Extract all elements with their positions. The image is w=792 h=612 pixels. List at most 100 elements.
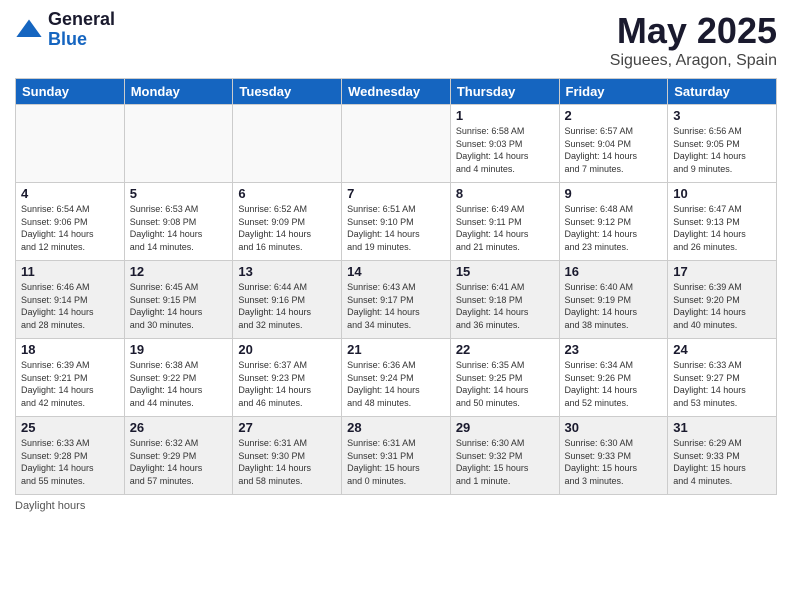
day-info: Sunrise: 6:31 AM Sunset: 9:30 PM Dayligh…: [238, 437, 336, 487]
table-row: 14 Sunrise: 6:43 AM Sunset: 9:17 PM Dayli…: [342, 261, 451, 339]
table-row: 9 Sunrise: 6:48 AM Sunset: 9:12 PM Daylig…: [559, 183, 668, 261]
table-row: 26 Sunrise: 6:32 AM Sunset: 9:29 PM Dayli…: [124, 417, 233, 495]
day-number: 14: [347, 264, 445, 279]
col-saturday: Saturday: [668, 79, 777, 105]
table-row: 13Sunrise: 6:44 AM Sunset: 9:16 PM Dayli…: [233, 261, 342, 339]
day-number: 1: [456, 108, 554, 123]
table-row: 25 Sunrise: 6:33 AM Sunset: 9:28 PM Dayli…: [16, 417, 125, 495]
table-row: 4Sunrise: 6:54 AM Sunset: 9:06 PM Daylig…: [16, 183, 125, 261]
day-number: 22: [456, 342, 554, 357]
day-info: Sunrise: 6:41 AM Sunset: 9:18 PM Dayligh…: [456, 281, 554, 331]
day-info: Sunrise: 6:43 AM Sunset: 9:17 PM Dayligh…: [347, 281, 445, 331]
calendar-table: Sunday Monday Tuesday Wednesday Thursday…: [15, 78, 777, 495]
table-row: 16Sunrise: 6:40 AM Sunset: 9:19 PM Dayli…: [559, 261, 668, 339]
day-number: 19: [130, 342, 228, 357]
table-row: 29Sunrise: 6:30 AM Sunset: 9:32 PM Dayli…: [450, 417, 559, 495]
col-thursday: Thursday: [450, 79, 559, 105]
day-info: Sunrise: 6:47 AM Sunset: 9:13 PM Dayligh…: [673, 203, 771, 253]
table-row: 19 Sunrise: 6:38 AM Sunset: 9:22 PM Dayli…: [124, 339, 233, 417]
table-row: 11 Sunrise: 6:46 AM Sunset: 9:14 PM Dayli…: [16, 261, 125, 339]
day-info: Sunrise: 6:36 AM Sunset: 9:24 PM Dayligh…: [347, 359, 445, 409]
calendar-week-row: 11 Sunrise: 6:46 AM Sunset: 9:14 PM Dayli…: [16, 261, 777, 339]
table-row: 2 Sunrise: 6:57 AM Sunset: 9:04 PM Daylig…: [559, 105, 668, 183]
table-row: 30Sunrise: 6:30 AM Sunset: 9:33 PM Dayli…: [559, 417, 668, 495]
col-monday: Monday: [124, 79, 233, 105]
day-info: Sunrise: 6:39 AM Sunset: 9:21 PM Dayligh…: [21, 359, 119, 409]
day-info: Sunrise: 6:54 AM Sunset: 9:06 PM Dayligh…: [21, 203, 119, 253]
table-row: [16, 105, 125, 183]
day-number: 2: [565, 108, 663, 123]
logo-general: General: [48, 10, 115, 30]
table-row: [124, 105, 233, 183]
day-info: Sunrise: 6:52 AM Sunset: 9:09 PM Dayligh…: [238, 203, 336, 253]
table-row: 22 Sunrise: 6:35 AM Sunset: 9:25 PM Dayli…: [450, 339, 559, 417]
day-info: Sunrise: 6:34 AM Sunset: 9:26 PM Dayligh…: [565, 359, 663, 409]
day-info: Sunrise: 6:37 AM Sunset: 9:23 PM Dayligh…: [238, 359, 336, 409]
day-number: 26: [130, 420, 228, 435]
day-number: 29: [456, 420, 554, 435]
day-info: Sunrise: 6:57 AM Sunset: 9:04 PM Dayligh…: [565, 125, 663, 175]
day-info: Sunrise: 6:39 AM Sunset: 9:20 PM Dayligh…: [673, 281, 771, 331]
calendar-body: 1Sunrise: 6:58 AM Sunset: 9:03 PM Daylig…: [16, 105, 777, 495]
day-number: 23: [565, 342, 663, 357]
table-row: 28Sunrise: 6:31 AM Sunset: 9:31 PM Dayli…: [342, 417, 451, 495]
col-tuesday: Tuesday: [233, 79, 342, 105]
day-info: Sunrise: 6:33 AM Sunset: 9:28 PM Dayligh…: [21, 437, 119, 487]
day-number: 31: [673, 420, 771, 435]
month-title: May 2025: [610, 10, 777, 52]
day-number: 24: [673, 342, 771, 357]
day-number: 28: [347, 420, 445, 435]
day-number: 8: [456, 186, 554, 201]
table-row: [233, 105, 342, 183]
day-number: 30: [565, 420, 663, 435]
day-number: 11: [21, 264, 119, 279]
table-row: 21 Sunrise: 6:36 AM Sunset: 9:24 PM Dayli…: [342, 339, 451, 417]
title-block: May 2025 Siguees, Aragon, Spain: [610, 10, 777, 70]
page: General Blue May 2025 Siguees, Aragon, S…: [0, 0, 792, 612]
day-info: Sunrise: 6:33 AM Sunset: 9:27 PM Dayligh…: [673, 359, 771, 409]
day-number: 27: [238, 420, 336, 435]
table-row: 24 Sunrise: 6:33 AM Sunset: 9:27 PM Dayli…: [668, 339, 777, 417]
day-info: Sunrise: 6:35 AM Sunset: 9:25 PM Dayligh…: [456, 359, 554, 409]
table-row: 5 Sunrise: 6:53 AM Sunset: 9:08 PM Daylig…: [124, 183, 233, 261]
calendar-week-row: 25 Sunrise: 6:33 AM Sunset: 9:28 PM Dayli…: [16, 417, 777, 495]
day-number: 17: [673, 264, 771, 279]
table-row: 15 Sunrise: 6:41 AM Sunset: 9:18 PM Dayli…: [450, 261, 559, 339]
day-info: Sunrise: 6:40 AM Sunset: 9:19 PM Dayligh…: [565, 281, 663, 331]
day-info: Sunrise: 6:49 AM Sunset: 9:11 PM Dayligh…: [456, 203, 554, 253]
day-number: 25: [21, 420, 119, 435]
day-number: 20: [238, 342, 336, 357]
day-number: 5: [130, 186, 228, 201]
day-info: Sunrise: 6:38 AM Sunset: 9:22 PM Dayligh…: [130, 359, 228, 409]
calendar-week-row: 4Sunrise: 6:54 AM Sunset: 9:06 PM Daylig…: [16, 183, 777, 261]
calendar-week-row: 1Sunrise: 6:58 AM Sunset: 9:03 PM Daylig…: [16, 105, 777, 183]
day-info: Sunrise: 6:29 AM Sunset: 9:33 PM Dayligh…: [673, 437, 771, 487]
day-info: Sunrise: 6:51 AM Sunset: 9:10 PM Dayligh…: [347, 203, 445, 253]
calendar-week-row: 18 Sunrise: 6:39 AM Sunset: 9:21 PM Dayli…: [16, 339, 777, 417]
day-number: 7: [347, 186, 445, 201]
table-row: 12Sunrise: 6:45 AM Sunset: 9:15 PM Dayli…: [124, 261, 233, 339]
day-number: 21: [347, 342, 445, 357]
col-friday: Friday: [559, 79, 668, 105]
table-row: 10 Sunrise: 6:47 AM Sunset: 9:13 PM Dayli…: [668, 183, 777, 261]
table-row: 3Sunrise: 6:56 AM Sunset: 9:05 PM Daylig…: [668, 105, 777, 183]
location: Siguees, Aragon, Spain: [610, 52, 777, 70]
day-number: 18: [21, 342, 119, 357]
table-row: 8 Sunrise: 6:49 AM Sunset: 9:11 PM Daylig…: [450, 183, 559, 261]
col-sunday: Sunday: [16, 79, 125, 105]
table-row: 1Sunrise: 6:58 AM Sunset: 9:03 PM Daylig…: [450, 105, 559, 183]
day-number: 10: [673, 186, 771, 201]
logo-icon: [15, 16, 43, 44]
logo-blue: Blue: [48, 30, 115, 50]
day-number: 15: [456, 264, 554, 279]
day-info: Sunrise: 6:53 AM Sunset: 9:08 PM Dayligh…: [130, 203, 228, 253]
day-info: Sunrise: 6:48 AM Sunset: 9:12 PM Dayligh…: [565, 203, 663, 253]
day-info: Sunrise: 6:46 AM Sunset: 9:14 PM Dayligh…: [21, 281, 119, 331]
table-row: 20 Sunrise: 6:37 AM Sunset: 9:23 PM Dayli…: [233, 339, 342, 417]
day-number: 9: [565, 186, 663, 201]
table-row: [342, 105, 451, 183]
day-info: Sunrise: 6:32 AM Sunset: 9:29 PM Dayligh…: [130, 437, 228, 487]
day-info: Sunrise: 6:56 AM Sunset: 9:05 PM Dayligh…: [673, 125, 771, 175]
col-wednesday: Wednesday: [342, 79, 451, 105]
table-row: 6Sunrise: 6:52 AM Sunset: 9:09 PM Daylig…: [233, 183, 342, 261]
